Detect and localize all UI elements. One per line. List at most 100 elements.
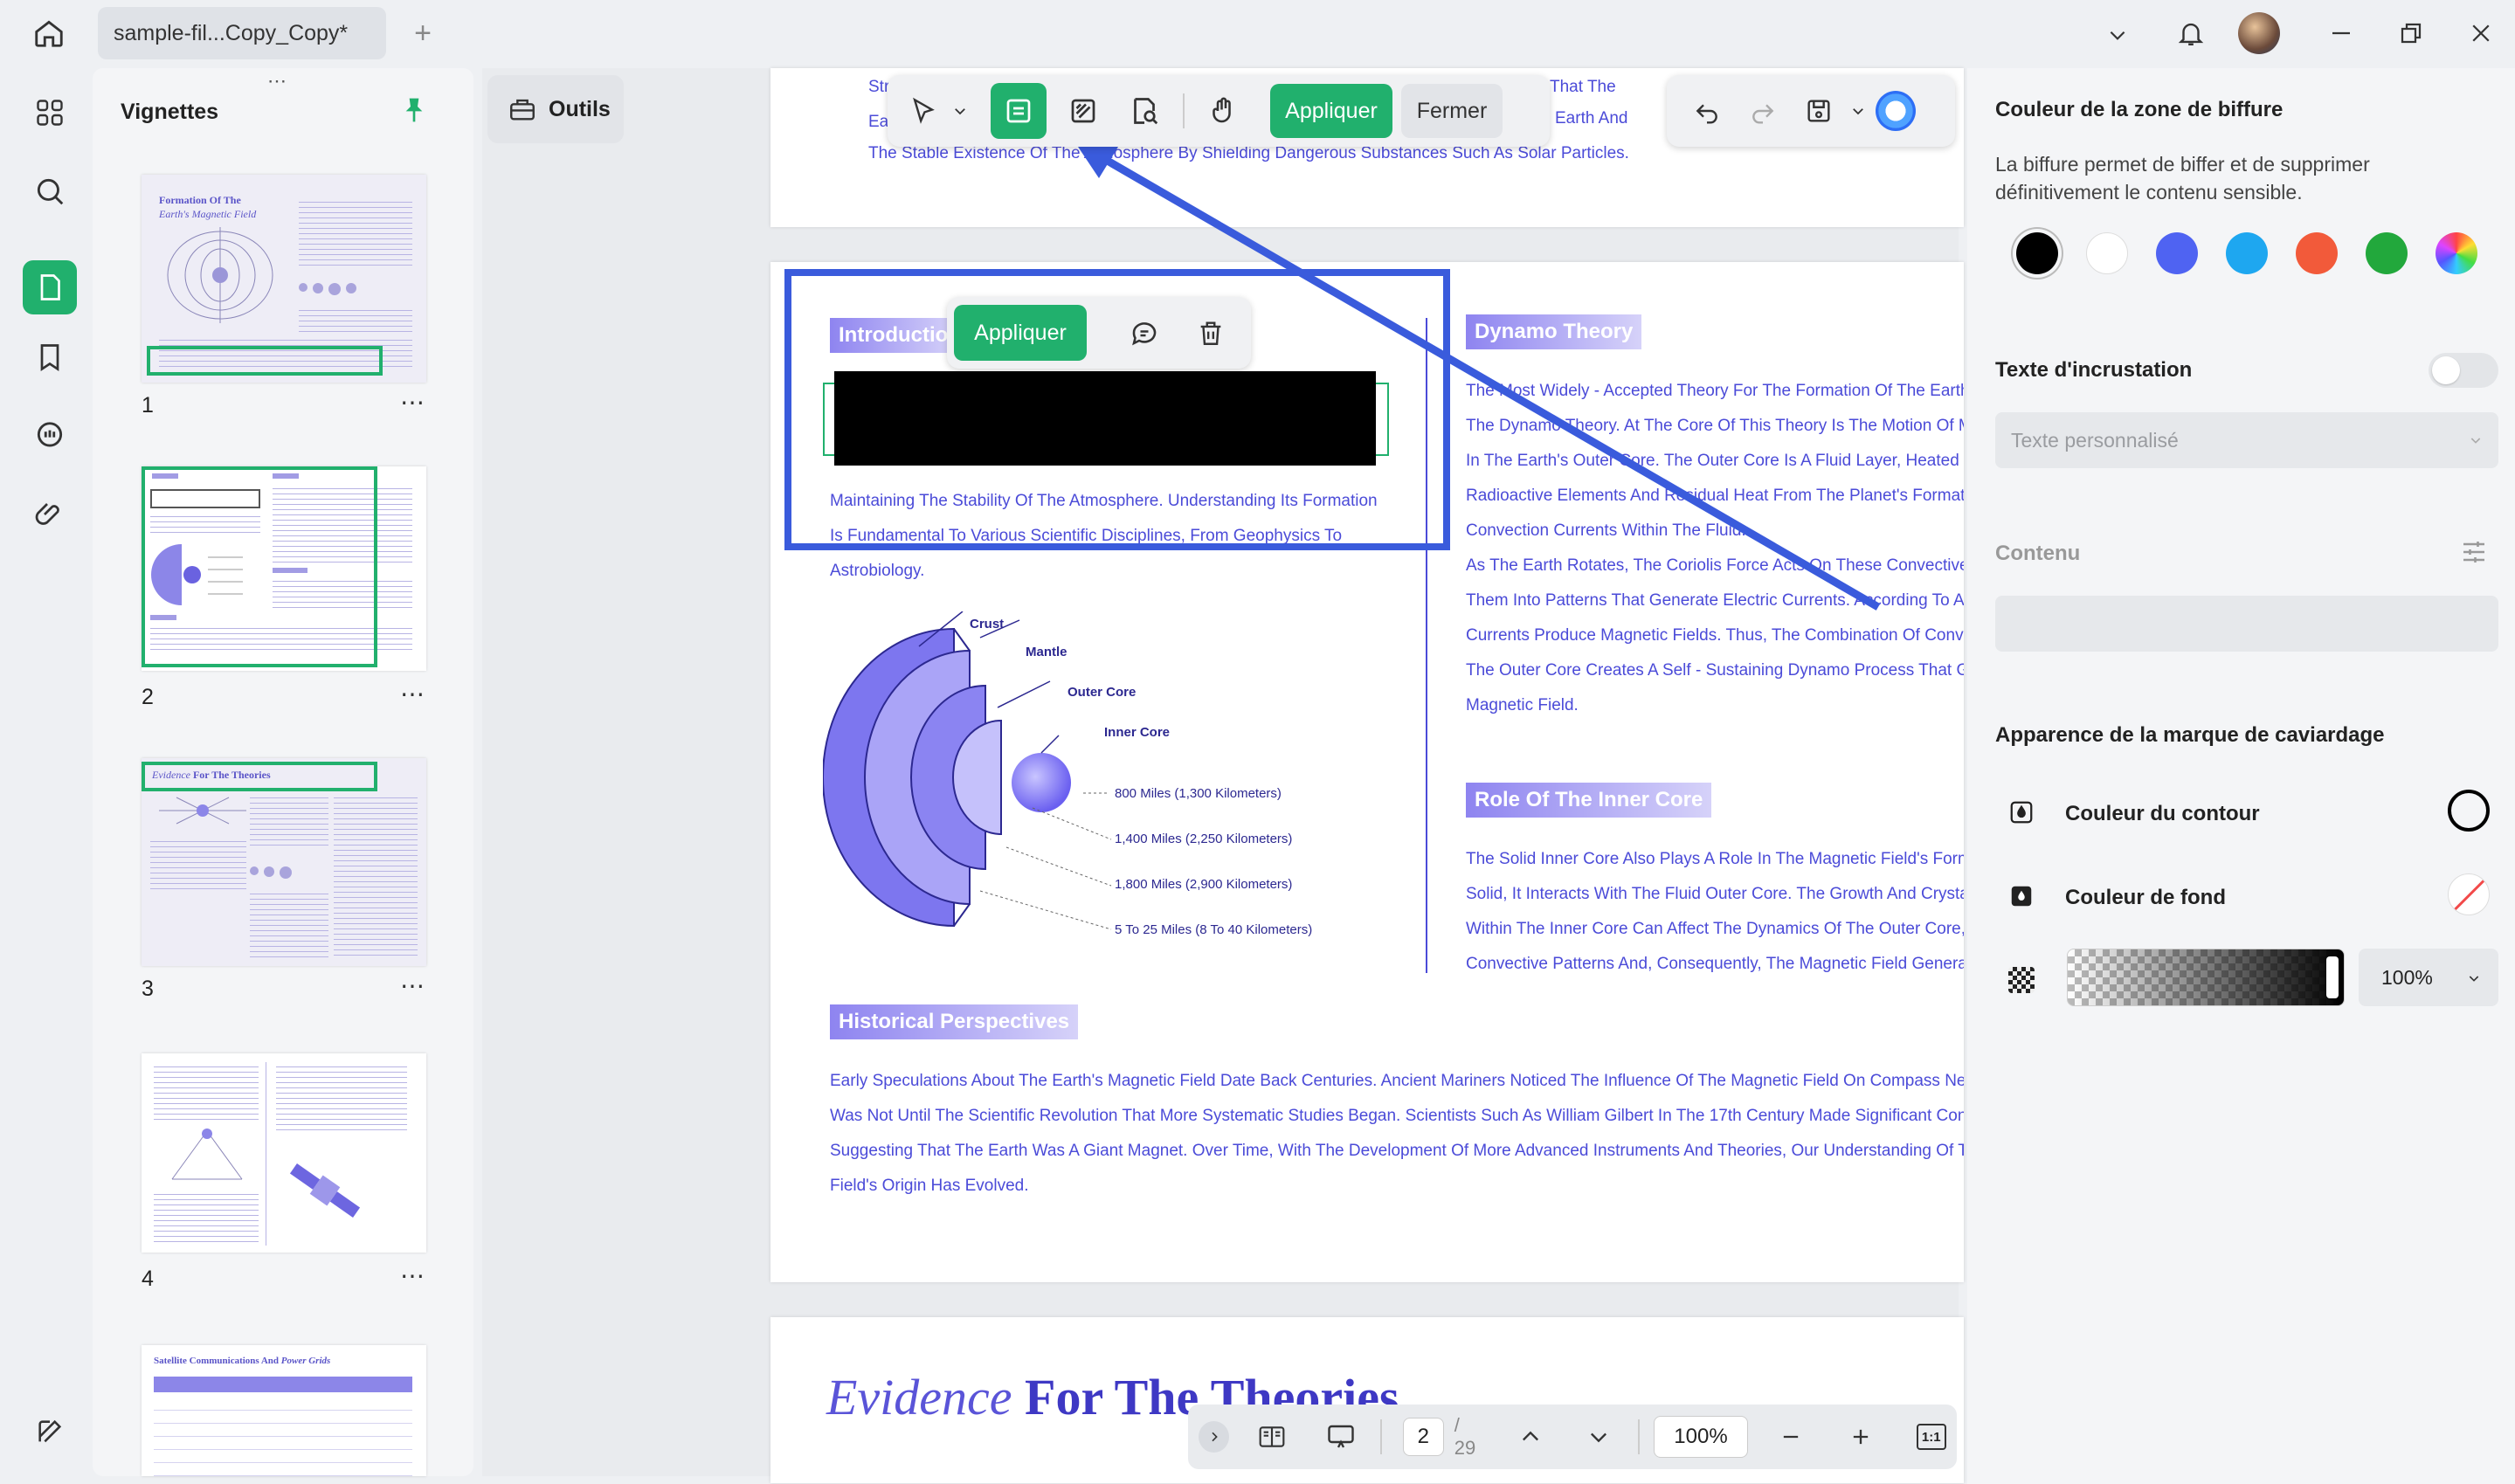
page-thumbnail-1[interactable]: Formation Of The Earth's Magnetic Field: [142, 175, 426, 383]
doc-text: Str: [868, 78, 890, 96]
fill-drop-icon: [2004, 879, 2039, 914]
page-thumbnail-5[interactable]: Satellite Communications And Power Grids: [142, 1345, 426, 1476]
opacity-slider[interactable]: [2067, 949, 2345, 1006]
page-thumbnail-3[interactable]: Evidence For The Theories: [142, 758, 426, 966]
presentation-icon[interactable]: [1316, 1411, 1366, 1463]
redaction-properties-panel: Couleur de la zone de biffure La biffure…: [1967, 68, 2515, 1484]
notification-bell-icon[interactable]: [2170, 12, 2212, 54]
redaction-toolbar: Appliquer Fermer: [888, 75, 1550, 147]
page-thumbnail-2[interactable]: [142, 466, 426, 671]
undo-icon[interactable]: [1679, 85, 1735, 137]
color-swatch-blue[interactable]: [2156, 232, 2198, 274]
tools-button[interactable]: Outils: [487, 75, 624, 143]
left-rail: [7, 68, 93, 1476]
actual-size-icon[interactable]: 1:1: [1906, 1411, 1957, 1463]
page-total: / 29: [1454, 1414, 1476, 1459]
chevron-down-icon: [2469, 976, 2479, 982]
chevron-down-icon[interactable]: [949, 85, 971, 137]
redact-area-icon[interactable]: [991, 83, 1047, 139]
redaction-description: La biffure permet de biffer et de suppri…: [1995, 153, 2370, 204]
zoom-in-icon[interactable]: [1835, 1411, 1886, 1463]
comment-icon[interactable]: [1113, 305, 1176, 361]
search-redact-icon[interactable]: [1116, 83, 1172, 139]
thumbnails-page-icon[interactable]: [23, 260, 77, 314]
page-options-icon[interactable]: ⋯: [400, 971, 425, 1000]
color-swatch-custom[interactable]: [2436, 232, 2477, 274]
user-avatar[interactable]: [2238, 12, 2280, 54]
search-icon[interactable]: [23, 164, 77, 218]
page-options-icon[interactable]: ⋯: [400, 388, 425, 417]
bookmark-icon[interactable]: [23, 330, 77, 384]
outline-color-button[interactable]: [2448, 790, 2490, 832]
page-thumbnail-4[interactable]: [142, 1053, 426, 1253]
apps-grid-icon[interactable]: [23, 86, 77, 140]
page-options-icon[interactable]: ⋯: [400, 1261, 425, 1290]
ai-assistant-icon[interactable]: [23, 1405, 77, 1459]
zoom-out-icon[interactable]: [1765, 1411, 1816, 1463]
doc-text: Within The Inner Core Can Affect The Dyn…: [1466, 920, 1964, 938]
color-swatch-green[interactable]: [2366, 232, 2408, 274]
diagram-measure: 800 Miles (1,300 Kilometers): [1115, 786, 1282, 801]
opacity-slider-handle[interactable]: [2326, 956, 2339, 998]
inner-core-heading: Role Of The Inner Core: [1466, 783, 1712, 818]
page-options-icon[interactable]: ⋯: [400, 680, 425, 708]
select-pointer-icon[interactable]: [898, 85, 949, 137]
redact-page-icon[interactable]: [1055, 83, 1111, 139]
redaction-popup: Appliquer: [947, 297, 1251, 369]
thumbnail-panel: Vignettes ⋯ Formation Of The Earth's Mag…: [93, 68, 473, 1476]
comment-icon[interactable]: [23, 409, 77, 463]
diagram-label-inner-core: Inner Core: [1104, 725, 1171, 740]
ai-assistant-icon[interactable]: [1869, 85, 1922, 137]
color-swatch-white[interactable]: [2086, 232, 2128, 274]
home-icon[interactable]: [26, 12, 72, 54]
settings-sliders-icon[interactable]: [2453, 531, 2495, 573]
annotation-arrow[interactable]: [1066, 131, 1904, 620]
zoom-level-input[interactable]: 100%: [1654, 1416, 1748, 1458]
restore-window-icon[interactable]: [2390, 14, 2432, 52]
page-number-label: 4: [142, 1267, 154, 1291]
attachment-icon[interactable]: [23, 487, 77, 542]
doc-text: The Solid Inner Core Also Plays A Role I…: [1466, 850, 1964, 868]
fill-color-none-button[interactable]: [2448, 873, 2490, 915]
doc-text: Solid, It Interacts With The Fluid Outer…: [1466, 885, 1964, 903]
opacity-select[interactable]: 100%: [2359, 949, 2498, 1006]
color-swatch-cyan[interactable]: [2226, 232, 2268, 274]
close-window-icon[interactable]: [2460, 14, 2502, 52]
apply-button[interactable]: Appliquer: [1270, 84, 1392, 138]
doc-text: Was Not Until The Scientific Revolution …: [830, 1107, 1964, 1125]
new-tab-icon[interactable]: +: [404, 14, 442, 52]
color-swatch-orange[interactable]: [2296, 232, 2338, 274]
hand-tool-icon[interactable]: [1195, 83, 1251, 139]
document-tab[interactable]: sample-fil...Copy_Copy* ✕: [98, 7, 386, 59]
close-button[interactable]: Fermer: [1401, 84, 1503, 138]
chevron-down-icon[interactable]: [1847, 85, 1869, 137]
chevron-down-icon: [2470, 438, 2481, 444]
history-toolbar: [1667, 75, 1955, 147]
next-page-icon[interactable]: [1573, 1411, 1624, 1463]
pin-icon[interactable]: [395, 91, 433, 129]
overlay-text-toggle[interactable]: [2429, 353, 2498, 388]
delete-icon[interactable]: [1179, 305, 1242, 361]
previous-page-icon[interactable]: [1505, 1411, 1556, 1463]
minimize-icon[interactable]: [2320, 14, 2362, 52]
diagram-label-mantle: Mantle: [1026, 645, 1067, 659]
resize-handle[interactable]: ⋯: [267, 70, 287, 93]
doc-text: Astrobiology.: [830, 562, 925, 580]
content-field[interactable]: [1995, 596, 2498, 652]
expand-chevron-icon[interactable]: [1199, 1421, 1230, 1453]
document-tab-title: sample-fil...Copy_Copy*: [114, 20, 349, 45]
chevron-down-icon[interactable]: [2098, 16, 2137, 54]
save-icon[interactable]: [1791, 85, 1847, 137]
page-number-input[interactable]: 2: [1402, 1418, 1444, 1456]
doc-text: Magnetic Field.: [1466, 696, 1579, 714]
historical-heading: Historical Perspectives: [830, 1004, 1079, 1039]
doc-text: Ea: [868, 113, 889, 131]
redo-icon[interactable]: [1735, 85, 1791, 137]
color-swatch-black[interactable]: [2016, 232, 2058, 274]
page-layout-icon[interactable]: [1247, 1411, 1297, 1463]
diagram-label-outer-core: Outer Core: [1067, 685, 1137, 700]
overlay-text-select[interactable]: Texte personnalisé: [1995, 412, 2498, 468]
doc-text: Suggesting That The Earth Was A Giant Ma…: [830, 1142, 1964, 1160]
popup-apply-button[interactable]: Appliquer: [954, 305, 1087, 361]
page-title-italic: Evidence: [826, 1369, 1012, 1425]
